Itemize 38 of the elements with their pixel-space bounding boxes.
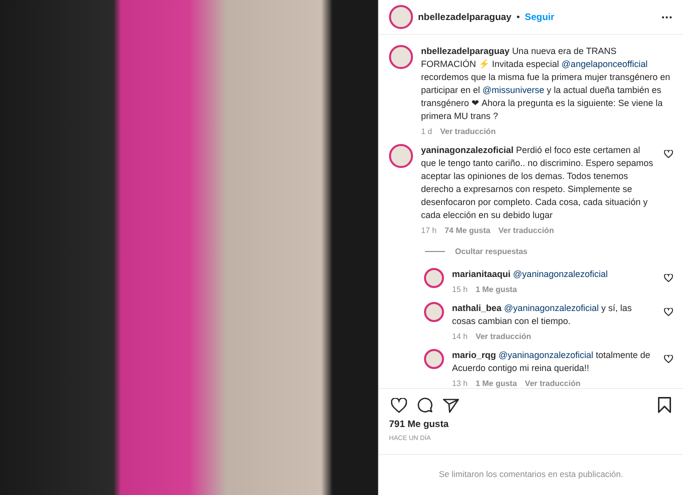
- comment-text: nbellezadelparaguay Una nueva era de TRANS FORMACIÓN ⚡ Invitada especial @angelaponceofficial recordemos que la misma fue la primera mujer transgénero en participar en el @missuniverse y la actual dueña también es transgénero ❤ Ahora la pregunta es la siguiente: Se viene la primera MU trans ?: [421, 45, 672, 123]
- heart-icon[interactable]: [664, 355, 673, 363]
- mention-link[interactable]: @yaninagonzalezoficial: [513, 269, 608, 279]
- username-link[interactable]: nbellezadelparaguay: [421, 46, 510, 56]
- comment-time: 1 d: [421, 127, 432, 136]
- comment-icon[interactable]: [417, 397, 433, 413]
- likes-count[interactable]: 791 Me gusta: [379, 417, 683, 432]
- avatar-icon[interactable]: [389, 45, 413, 69]
- mention-link[interactable]: @angelaponceofficial: [562, 59, 648, 69]
- avatar-icon[interactable]: [424, 302, 444, 322]
- avatar-icon[interactable]: [389, 144, 413, 168]
- comment-time: 13 h: [452, 379, 468, 388]
- username-link[interactable]: nbellezadelparaguay: [418, 12, 512, 22]
- more-options-button[interactable]: •••: [662, 12, 673, 22]
- heart-icon[interactable]: [664, 274, 673, 282]
- comment-time: 15 h: [452, 285, 468, 294]
- heart-icon[interactable]: [664, 150, 673, 158]
- avatar-icon[interactable]: [424, 268, 444, 288]
- comments-limited-notice: Se limitaron los comentarios en esta publicación.: [379, 454, 683, 495]
- mention-link[interactable]: @missuniverse: [482, 85, 544, 95]
- bookmark-icon[interactable]: [658, 397, 671, 413]
- username-link[interactable]: marianitaaqui: [452, 269, 511, 279]
- mention-link[interactable]: @yaninagonzalezoficial: [498, 350, 594, 360]
- mention-link[interactable]: @yaninagonzalezoficial: [504, 303, 599, 313]
- heart-icon[interactable]: [664, 308, 673, 316]
- avatar-icon[interactable]: [389, 5, 413, 29]
- dot-separator: •: [516, 12, 520, 22]
- comment-time: 14 h: [452, 332, 468, 341]
- username-link[interactable]: yaninagonzalezoficial: [421, 145, 514, 155]
- heart-icon[interactable]: [391, 398, 407, 412]
- comment-text: yaninagonzalezoficial Perdió el foco este certamen al que le tengo tanto cariño.. no discrimino. Espero sepamos aceptar las opiniones de los demas. Todos tenemos derecho a expresarnos con respeto. Simplemente se desenfocaron por completo. Cada cosa, cada situación y cada elección en su debido lugar: [421, 144, 654, 222]
- comment-time: 17 h: [421, 226, 437, 235]
- comment-text: nathali_bea @yaninagonzalezoficial y sí, las cosas cambian con el tiempo.: [452, 302, 633, 328]
- comment-text: mario_rqg @yaninagonzalezoficial totalmente de Acuerdo contigo mi reina querida!!: [452, 349, 652, 375]
- username-link[interactable]: nathali_bea: [452, 303, 502, 313]
- avatar-icon[interactable]: [424, 349, 444, 369]
- send-icon[interactable]: [443, 398, 459, 412]
- username-link[interactable]: mario_rqg: [452, 350, 496, 360]
